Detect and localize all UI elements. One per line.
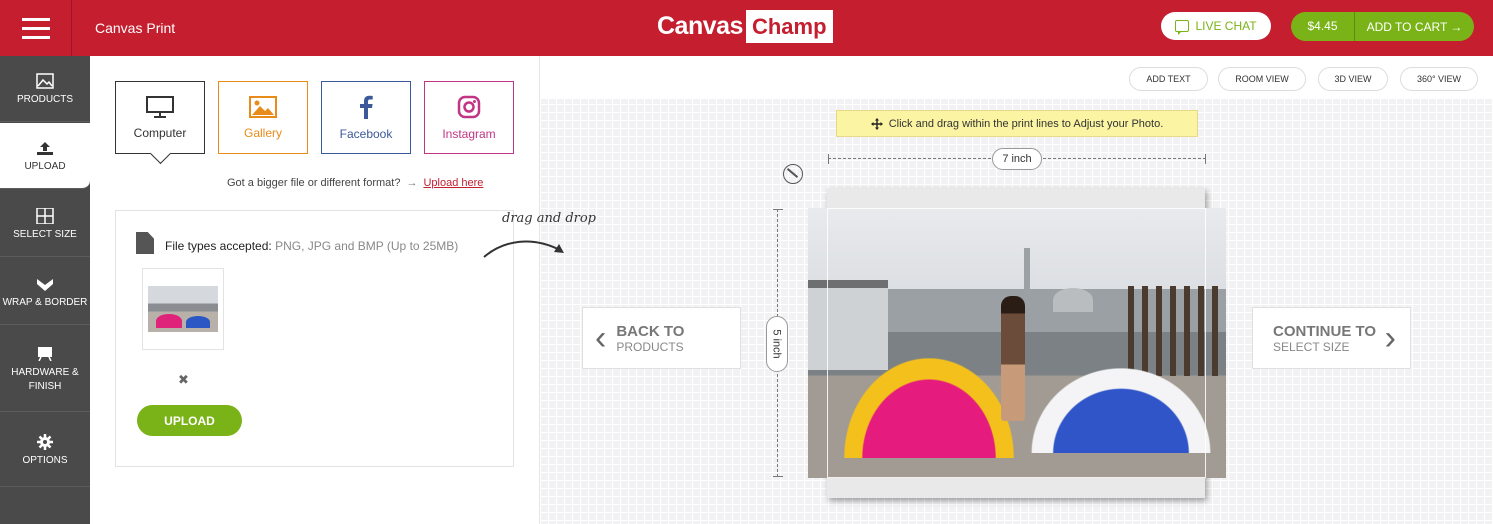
back-text: BACK TO PRODUCTS bbox=[616, 323, 684, 354]
source-label: Instagram bbox=[442, 126, 496, 141]
source-label: Computer bbox=[133, 125, 187, 140]
source-facebook-button[interactable]: Facebook bbox=[321, 81, 411, 154]
sidebar-item-label: UPLOAD bbox=[24, 160, 66, 172]
chat-icon bbox=[1175, 20, 1190, 35]
view-toolbar: ADD TEXT ROOM VIEW 3D VIEW 360° VIEW bbox=[540, 56, 1493, 99]
upload-dropzone[interactable]: File types accepted: PNG, JPG and BMP (U… bbox=[115, 210, 514, 467]
sidebar: PRODUCTS UPLOAD SELECT SIZE WRAP & BORDE… bbox=[0, 56, 90, 524]
monitor-icon bbox=[146, 95, 174, 118]
product-title: Canvas Print bbox=[95, 20, 176, 36]
gear-icon bbox=[37, 433, 53, 450]
curved-arrow-icon bbox=[483, 240, 564, 258]
sidebar-item-label: WRAP & BORDER bbox=[2, 296, 88, 308]
drag-instruction-text: Click and drag within the print lines to… bbox=[888, 117, 1164, 130]
logo-text-champ: Champ bbox=[745, 10, 833, 43]
height-dimension-text: 5 inch bbox=[771, 329, 784, 359]
source-gallery-button[interactable]: Gallery bbox=[218, 81, 308, 154]
remove-icon[interactable]: ✖ bbox=[178, 372, 189, 388]
height-dimension-label: 5 inch bbox=[766, 316, 788, 372]
add-to-cart-button[interactable]: $4.45 ADD TO CART → bbox=[1291, 12, 1474, 41]
thumbnail-image bbox=[148, 286, 218, 332]
sidebar-item-label: FINISH bbox=[28, 380, 62, 392]
sidebar-item-wrap-border[interactable]: WRAP & BORDER bbox=[0, 259, 90, 325]
continue-big-label: CONTINUE TO bbox=[1273, 322, 1377, 340]
facebook-icon bbox=[360, 95, 373, 119]
back-small-label: PRODUCTS bbox=[616, 339, 684, 354]
room-view-button[interactable]: ROOM VIEW bbox=[1218, 67, 1306, 91]
image-icon bbox=[36, 72, 54, 89]
width-dimension-label: 7 inch bbox=[992, 148, 1042, 170]
wrap-icon bbox=[37, 278, 53, 291]
bigger-file-text: Got a bigger file or different format? bbox=[227, 177, 401, 189]
source-label: Facebook bbox=[339, 126, 393, 141]
add-text-button[interactable]: ADD TEXT bbox=[1129, 67, 1208, 91]
easel-icon bbox=[38, 346, 52, 361]
live-chat-button[interactable]: LIVE CHAT bbox=[1161, 12, 1271, 40]
360-view-button[interactable]: 360° VIEW bbox=[1400, 67, 1478, 91]
cart-price: $4.45 bbox=[1291, 12, 1355, 41]
sidebar-item-label-wrap: HARDWARE & FINISH bbox=[11, 366, 78, 394]
3d-view-button[interactable]: 3D VIEW bbox=[1318, 67, 1388, 91]
continue-small-label: SELECT SIZE bbox=[1273, 339, 1350, 354]
canvas-workspace: ADD TEXT ROOM VIEW 3D VIEW 360° VIEW Cli… bbox=[540, 56, 1493, 524]
sidebar-item-label: PRODUCTS bbox=[16, 93, 74, 105]
print-lines bbox=[827, 208, 1206, 478]
menu-icon[interactable] bbox=[0, 0, 72, 56]
sidebar-item-products[interactable]: PRODUCTS bbox=[0, 56, 90, 122]
sidebar-item-label: SELECT SIZE bbox=[13, 228, 77, 240]
upload-icon bbox=[37, 141, 53, 155]
uploaded-thumbnail[interactable] bbox=[142, 268, 224, 350]
drag-instruction-banner: Click and drag within the print lines to… bbox=[836, 110, 1198, 137]
arrow-right-icon: → bbox=[406, 177, 418, 189]
chevron-left-icon: ‹ bbox=[595, 319, 607, 357]
rotate-icon[interactable] bbox=[783, 164, 803, 184]
sidebar-item-select-size[interactable]: SELECT SIZE bbox=[0, 191, 90, 257]
sidebar-item-upload[interactable]: UPLOAD bbox=[0, 123, 90, 189]
source-instagram-button[interactable]: Instagram bbox=[424, 81, 514, 154]
chevron-right-icon: › bbox=[1384, 319, 1396, 357]
sidebar-item-label: HARDWARE & bbox=[11, 366, 79, 378]
grid-icon bbox=[36, 207, 54, 224]
top-bar: Canvas Print Canvas Champ LIVE CHAT $4.4… bbox=[0, 0, 1493, 56]
back-to-products-button[interactable]: ‹ BACK TO PRODUCTS bbox=[582, 307, 741, 369]
file-icon bbox=[136, 232, 154, 254]
bigger-file-note: Got a bigger file or different format? → U… bbox=[227, 177, 483, 189]
add-to-cart-label: ADD TO CART → bbox=[1366, 19, 1463, 34]
move-icon bbox=[870, 117, 883, 130]
continue-text: CONTINUE TO SELECT SIZE bbox=[1273, 323, 1376, 354]
source-computer-button[interactable]: Computer bbox=[115, 81, 205, 154]
sidebar-item-hardware-finish[interactable]: HARDWARE & FINISH bbox=[0, 327, 90, 412]
logo[interactable]: Canvas Champ bbox=[657, 10, 833, 43]
file-types-label: File types accepted: bbox=[165, 239, 272, 253]
upload-panel: Computer Gallery Facebook Instagram Got … bbox=[90, 56, 540, 524]
live-chat-label: LIVE CHAT bbox=[1195, 19, 1257, 33]
sidebar-item-label: OPTIONS bbox=[22, 454, 68, 466]
sidebar-item-options[interactable]: OPTIONS bbox=[0, 413, 90, 487]
drag-and-drop-hint: drag and drop bbox=[502, 211, 597, 226]
file-types-note: File types accepted: PNG, JPG and BMP (U… bbox=[165, 239, 458, 253]
source-label: Gallery bbox=[243, 125, 282, 140]
instagram-icon bbox=[457, 95, 481, 118]
back-big-label: BACK TO bbox=[616, 322, 685, 340]
continue-to-select-size-button[interactable]: CONTINUE TO SELECT SIZE › bbox=[1252, 307, 1411, 369]
logo-text-canvas: Canvas bbox=[657, 12, 743, 40]
file-types-value: PNG, JPG and BMP (Up to 25MB) bbox=[275, 239, 459, 253]
upload-here-link[interactable]: Upload here bbox=[423, 177, 483, 189]
gallery-icon bbox=[249, 95, 277, 118]
upload-button[interactable]: UPLOAD bbox=[137, 405, 242, 436]
